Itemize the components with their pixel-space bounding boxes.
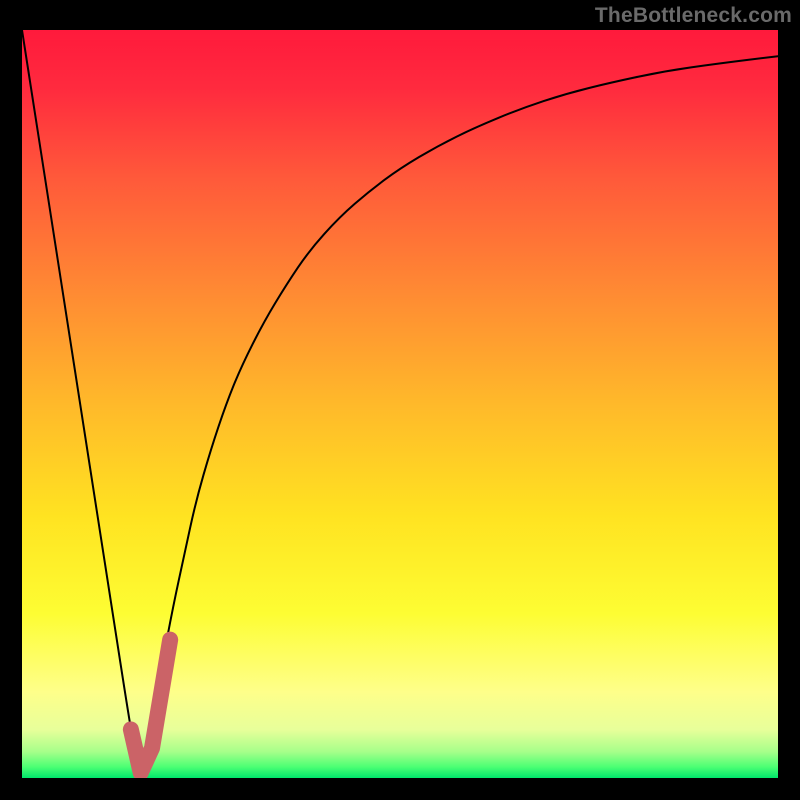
plot-area — [22, 30, 778, 778]
gradient-background — [22, 30, 778, 778]
watermark-text: TheBottleneck.com — [595, 4, 792, 28]
chart-svg — [22, 30, 778, 778]
image-frame: TheBottleneck.com — [0, 0, 800, 800]
